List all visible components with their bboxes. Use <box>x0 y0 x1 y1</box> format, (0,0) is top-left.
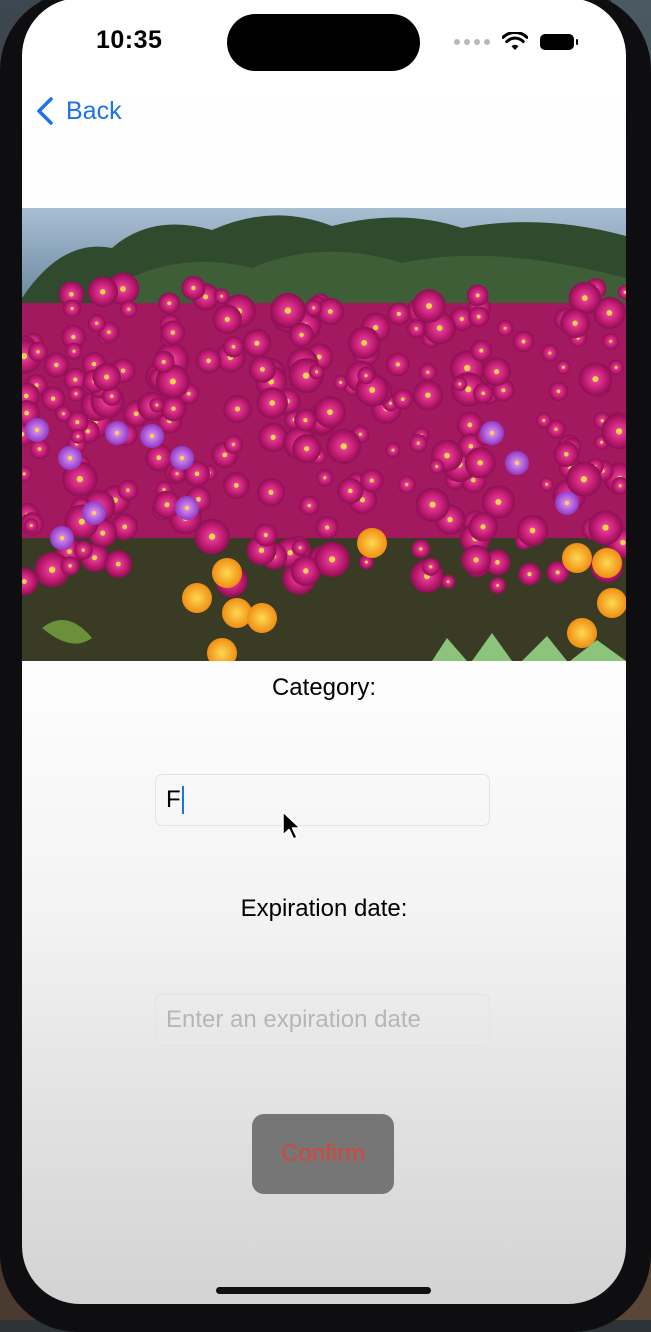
status-time: 10:35 <box>96 26 163 54</box>
expiration-placeholder: Enter an expiration date <box>166 1006 421 1033</box>
battery-icon <box>540 34 578 50</box>
screen: 10:35 Back Category: F Expiration date: … <box>22 0 626 1304</box>
flowers-photo <box>22 208 626 661</box>
expiration-label: Expiration date: <box>240 895 408 922</box>
category-value: F <box>166 786 181 813</box>
back-button[interactable]: Back <box>34 96 122 126</box>
home-indicator <box>216 1287 431 1294</box>
back-label: Back <box>66 96 122 125</box>
category-label: Category: <box>271 674 377 701</box>
expiration-date-input[interactable]: Enter an expiration date <box>155 994 490 1046</box>
confirm-button[interactable]: Confirm <box>252 1114 394 1194</box>
status-icons <box>454 32 578 52</box>
flowers-image <box>22 208 626 661</box>
chevron-left-icon <box>37 97 53 125</box>
wifi-icon <box>502 32 528 50</box>
category-input[interactable]: F <box>155 774 490 826</box>
signal-dots-icon <box>454 39 490 45</box>
dynamic-island <box>227 14 420 71</box>
mouse-pointer-icon <box>282 811 301 840</box>
status-bar: 10:35 <box>22 0 626 88</box>
confirm-label: Confirm <box>280 1140 365 1167</box>
phone-frame: 10:35 Back Category: F Expiration date: … <box>0 0 651 1332</box>
text-caret <box>181 786 184 814</box>
